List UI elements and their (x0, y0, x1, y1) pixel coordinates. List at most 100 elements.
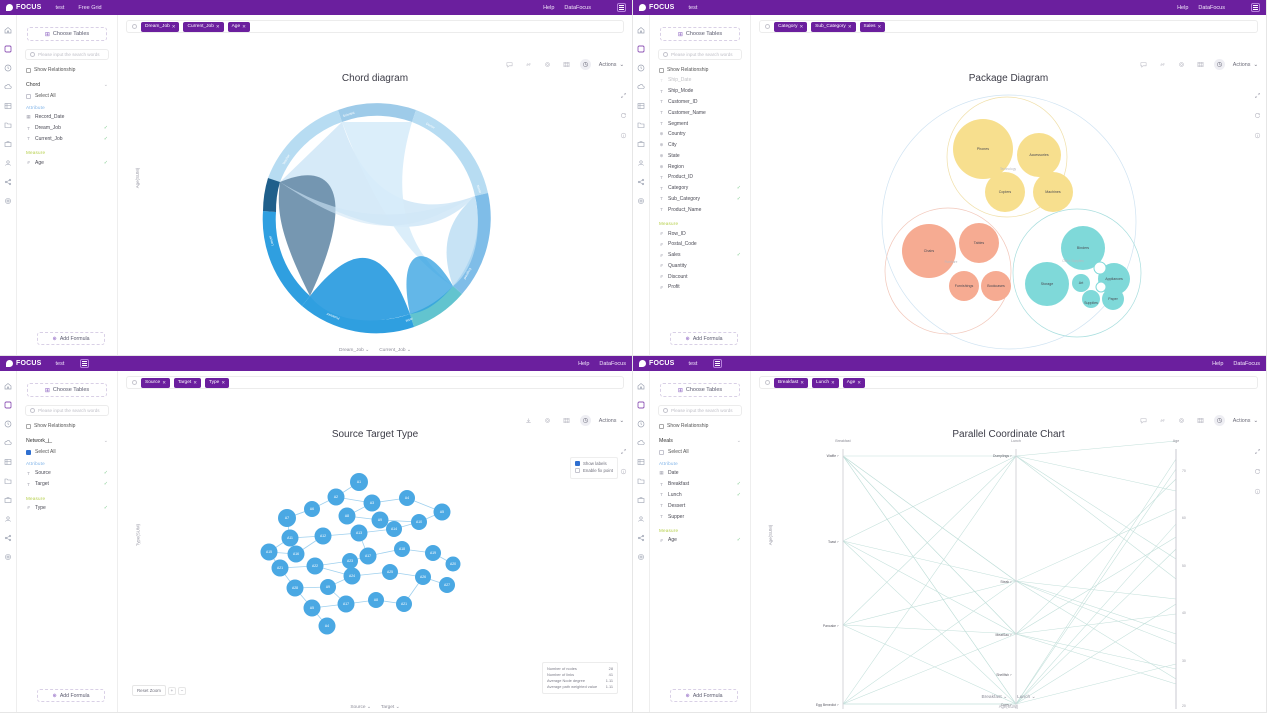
footer-field[interactable]: Target ⌄ (381, 705, 400, 710)
field-quantity[interactable]: # Quantity (656, 261, 744, 272)
field-customer-id[interactable]: T Customer_ID (656, 97, 744, 108)
cloud-icon[interactable] (4, 438, 13, 447)
choose-tables-button[interactable]: ⊞ Choose Tables (660, 383, 740, 397)
menu-icon[interactable] (1251, 3, 1260, 12)
board-icon[interactable] (637, 400, 646, 409)
menu-icon[interactable] (80, 359, 90, 368)
chart-view-icon[interactable] (1213, 415, 1225, 426)
chip-age[interactable]: Age ✕ (842, 377, 865, 388)
actions-menu[interactable]: Actions ⌄ (1233, 418, 1258, 424)
user-icon[interactable] (4, 158, 13, 167)
board-icon[interactable] (4, 400, 13, 409)
nav-free-grid[interactable]: Free Grid (78, 5, 101, 11)
actions-menu[interactable]: Actions ⌄ (1233, 62, 1258, 68)
search-chip-bar[interactable]: Breakfast ✕ Lunch ✕ Age ✕ (759, 376, 1258, 389)
field-discount[interactable]: # Discount (656, 271, 744, 282)
share-icon[interactable] (637, 533, 646, 542)
choose-tables-button[interactable]: ⊞ Choose Tables (660, 27, 740, 41)
comment-icon[interactable] (1138, 59, 1149, 70)
help-link[interactable]: Help (543, 5, 554, 11)
field-dream-job[interactable]: T Dream_Job ✓ (23, 123, 111, 134)
select-all-checkbox[interactable]: Select All (659, 449, 741, 455)
field-type[interactable]: # Type ✓ (23, 503, 111, 514)
account-label[interactable]: DataFocus (564, 5, 591, 11)
add-formula-button[interactable]: ⊕ Add Formula (37, 332, 105, 345)
show-relationship-toggle[interactable]: Show Relationship (26, 67, 108, 73)
field-supper[interactable]: T Supper (656, 511, 744, 522)
share-icon[interactable] (4, 533, 13, 542)
show-relationship-toggle[interactable]: Show Relationship (659, 67, 741, 73)
table-header-meals[interactable]: Meals ⌄ (659, 438, 741, 444)
zoom-in-button[interactable]: + (167, 686, 176, 695)
link-icon[interactable] (1157, 415, 1168, 426)
search-chip-bar[interactable]: Category ✕ Sub_Category ✕ Sales ✕ (759, 20, 1258, 33)
comment-icon[interactable] (504, 59, 515, 70)
chip-category[interactable]: Category ✕ (774, 21, 808, 32)
clock-icon[interactable] (4, 419, 13, 428)
chip-type[interactable]: Type ✕ (204, 377, 230, 388)
field-age[interactable]: # Age ✓ (23, 157, 111, 168)
clock-icon[interactable] (637, 419, 646, 428)
field-product-name[interactable]: T Product_Name (656, 204, 744, 215)
field-segment[interactable]: T Segment (656, 118, 744, 129)
close-icon[interactable]: ✕ (848, 24, 852, 30)
zoom-out-button[interactable]: − (177, 686, 186, 695)
chip-lunch[interactable]: Lunch ✕ (811, 377, 839, 388)
field-breakfast[interactable]: T Breakfast ✓ (656, 479, 744, 490)
chart-view-icon[interactable] (579, 415, 591, 426)
close-icon[interactable]: ✕ (799, 24, 803, 30)
table-view-icon[interactable] (1195, 59, 1206, 70)
field-profit[interactable]: # Profit (656, 282, 744, 293)
close-icon[interactable]: ✕ (242, 24, 246, 30)
field-dessert[interactable]: T Dessert (656, 500, 744, 511)
board-icon[interactable] (4, 44, 13, 53)
close-icon[interactable]: ✕ (221, 380, 225, 386)
folder-icon[interactable] (637, 476, 646, 485)
field-state[interactable]: ⊕ State (656, 150, 744, 161)
link-icon[interactable] (523, 59, 534, 70)
close-icon[interactable]: ✕ (162, 380, 166, 386)
nav-test[interactable]: test (689, 361, 698, 367)
table-icon[interactable] (637, 101, 646, 110)
actions-menu[interactable]: Actions ⌄ (599, 418, 624, 424)
add-formula-button[interactable]: ⊕ Add Formula (670, 332, 738, 345)
chip-breakfast[interactable]: Breakfast ✕ (774, 377, 808, 388)
search-input[interactable]: Please input the search words (25, 49, 109, 60)
comment-icon[interactable] (1138, 415, 1149, 426)
actions-menu[interactable]: Actions ⌄ (599, 62, 624, 68)
field-ship-mode[interactable]: T Ship_Mode (656, 86, 744, 97)
settings-icon[interactable] (4, 196, 13, 205)
field-age[interactable]: # Age ✓ (656, 535, 744, 546)
field-sales[interactable]: # Sales ✓ (656, 250, 744, 261)
cloud-icon[interactable] (4, 82, 13, 91)
field-customer-name[interactable]: T Customer_Name (656, 107, 744, 118)
field-source[interactable]: T Source ✓ (23, 468, 111, 479)
field-current-job[interactable]: T Current_Job ✓ (23, 134, 111, 145)
reset-zoom-button[interactable]: Reset Zoom (132, 685, 166, 696)
home-icon[interactable] (4, 25, 13, 34)
search-input[interactable]: Please input the search words (658, 405, 742, 416)
user-icon[interactable] (637, 158, 646, 167)
select-all-checkbox[interactable]: Select All (26, 449, 108, 455)
cloud-icon[interactable] (637, 82, 646, 91)
field-region[interactable]: ⊕ Region (656, 161, 744, 172)
clock-icon[interactable] (637, 63, 646, 72)
search-input[interactable]: Please input the search words (658, 49, 742, 60)
chip-sub-category[interactable]: Sub_Category ✕ (811, 21, 856, 32)
folder-icon[interactable] (637, 120, 646, 129)
expand-icon[interactable] (619, 447, 628, 456)
table-view-icon[interactable] (561, 59, 572, 70)
table-view-icon[interactable] (561, 415, 572, 426)
share-icon[interactable] (4, 177, 13, 186)
close-icon[interactable]: ✕ (857, 380, 861, 386)
chart-view-icon[interactable] (579, 59, 591, 70)
clock-icon[interactable] (4, 63, 13, 72)
footer-field[interactable]: Source ⌄ (350, 705, 371, 710)
close-icon[interactable]: ✕ (831, 380, 835, 386)
field-row-id[interactable]: # Row_ID (656, 228, 744, 239)
close-icon[interactable]: ✕ (216, 24, 220, 30)
chart-view-icon[interactable] (1213, 59, 1225, 70)
field-category[interactable]: T Category ✓ (656, 183, 744, 194)
show-relationship-toggle[interactable]: Show Relationship (26, 423, 108, 429)
briefcase-icon[interactable] (637, 495, 646, 504)
